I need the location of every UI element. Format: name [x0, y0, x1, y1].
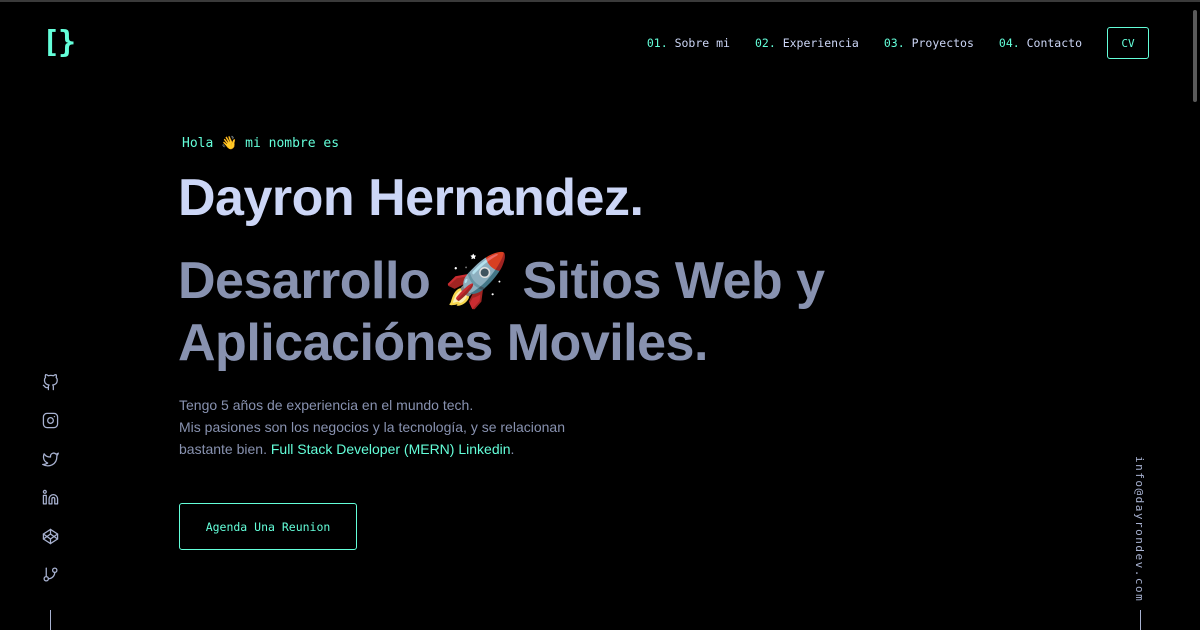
cv-button[interactable]: CV — [1107, 27, 1149, 59]
linkedin-icon[interactable] — [40, 488, 60, 508]
nav-item-experiencia[interactable]: 02. Experiencia — [755, 36, 859, 50]
site-logo[interactable]: [} — [42, 26, 76, 60]
instagram-icon[interactable] — [40, 411, 60, 431]
scrollbar-thumb[interactable] — [1193, 10, 1197, 102]
nav-item-label: Experiencia — [782, 36, 859, 50]
description-text: bastante bien. — [179, 441, 267, 457]
github-icon[interactable] — [40, 372, 60, 392]
nav-item-number: 01. — [646, 36, 668, 50]
linkedin-link[interactable]: Linkedin — [458, 441, 510, 457]
twitter-icon[interactable] — [40, 449, 60, 469]
nav-item-contacto[interactable]: 04. Contacto — [999, 36, 1082, 50]
nav-item-label: Contacto — [1026, 36, 1082, 50]
nav-item-sobre-mi[interactable]: 01. Sobre mi — [647, 36, 730, 50]
window-top-edge — [0, 0, 1200, 2]
codepen-icon[interactable] — [40, 526, 60, 546]
description-period: . — [510, 441, 515, 457]
nav-item-number: 03. — [883, 36, 905, 50]
main-nav: 01. Sobre mi 02. Experiencia 03. Proyect… — [647, 27, 1149, 59]
hero-description: Tengo 5 años de experiencia en el mundo … — [179, 394, 599, 460]
hero-tagline: Desarrollo 🚀 Sitios Web y Aplicaciónes M… — [178, 252, 825, 372]
schedule-meeting-button[interactable]: Agenda Una Reunion — [179, 503, 357, 550]
git-branch-icon[interactable] — [40, 565, 60, 585]
nav-item-number: 02. — [754, 36, 776, 50]
nav-item-label: Proyectos — [911, 36, 974, 50]
social-links — [40, 372, 60, 603]
description-line: Mis pasiones son los negocios y la tecno… — [179, 419, 565, 435]
hero-name: Dayron Hernandez. — [178, 169, 644, 227]
right-rail-line — [1140, 610, 1141, 630]
nav-item-number: 04. — [998, 36, 1020, 50]
left-rail-line — [50, 610, 51, 630]
nav-item-proyectos[interactable]: 03. Proyectos — [884, 36, 974, 50]
hero-greeting: Hola 👋 mi nombre es — [182, 136, 340, 151]
role-highlight: Full Stack Developer (MERN) — [270, 441, 455, 457]
nav-item-label: Sobre mi — [674, 36, 730, 50]
email-link[interactable]: info@dayrondev.com — [1133, 456, 1146, 602]
description-line: Tengo 5 años de experiencia en el mundo … — [179, 397, 474, 413]
description-line: bastante bien. Full Stack Developer (MER… — [179, 438, 599, 460]
